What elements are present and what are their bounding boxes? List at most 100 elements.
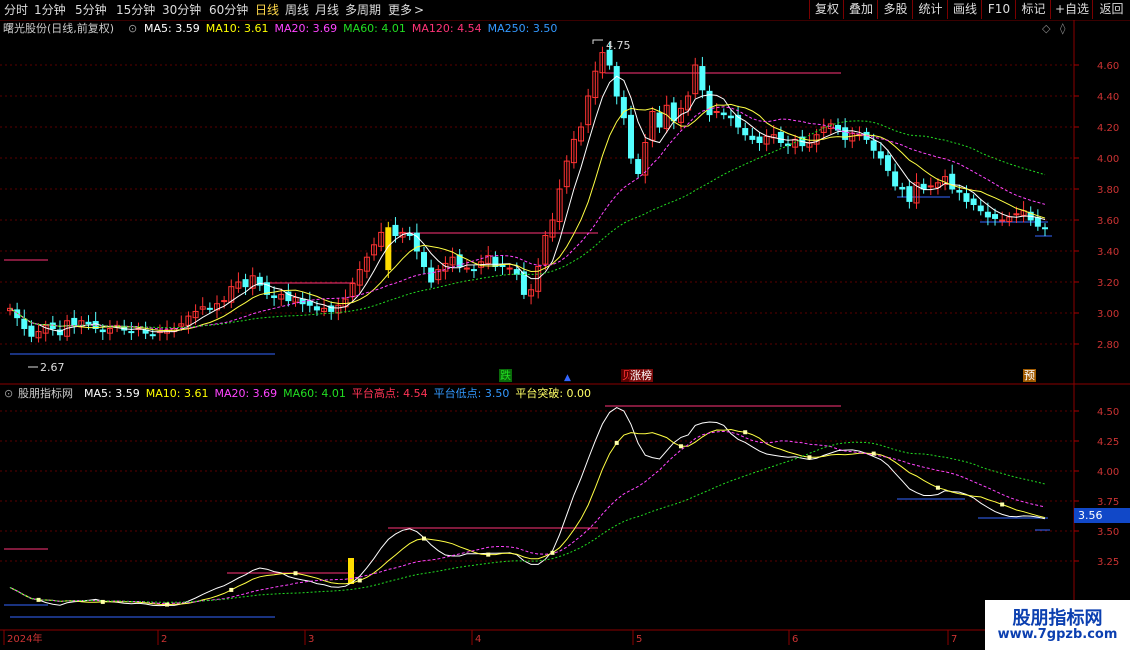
legend-value: 4.01 (377, 22, 406, 35)
ind-ma10-line (9, 428, 1046, 606)
ma-legend: MA5: 3.59 MA10: 3.61 MA20: 3.69 MA60: 4.01 M… (144, 21, 563, 37)
candle-body (99, 329, 106, 333)
date-label: 5 (636, 634, 642, 645)
candle-body (1042, 227, 1048, 230)
candle-body (870, 140, 877, 151)
candle-body (306, 300, 313, 306)
ma5-line (9, 75, 1046, 333)
legend-value: 4.01 (317, 387, 346, 400)
legend-label: 平台突破: (515, 387, 564, 400)
legend-value: 3.50 (481, 387, 510, 400)
legend-item: 平台低点: 3.50 (434, 387, 510, 400)
indicator-tick-label: 4.25 (1097, 437, 1119, 448)
ma10-marker (871, 451, 876, 456)
candle-body (392, 224, 399, 237)
legend-item: MA60: 4.01 (343, 22, 406, 35)
legend-item: MA250: 3.50 (488, 22, 558, 35)
candle-body (906, 186, 913, 202)
date-label: 6 (792, 634, 798, 645)
stock-title: 曙光股份(日线,前复权) (3, 22, 115, 35)
candle-body (720, 112, 727, 116)
candle-body (513, 269, 520, 275)
candle-body (242, 279, 249, 288)
price-tick-label: 3.20 (1097, 278, 1119, 289)
ma10-marker (165, 602, 170, 607)
ma10-marker (229, 587, 234, 592)
ma10-marker (486, 552, 491, 557)
candle-body (742, 128, 749, 136)
legend-value: 4.54 (399, 387, 428, 400)
ma10-marker (357, 578, 362, 583)
price-tick-label: 3.80 (1097, 185, 1119, 196)
candle-body (128, 331, 135, 334)
candle-body (777, 131, 784, 144)
legend-label: 平台低点: (433, 387, 482, 400)
ma10-marker (743, 430, 748, 435)
candle-body (842, 127, 849, 140)
legend-label: MA20: (214, 387, 250, 400)
ma10-marker (36, 597, 41, 602)
candle-body (999, 219, 1006, 222)
ma10-marker (614, 440, 619, 445)
watermark: 股朋指标网 www.7gpzb.com (985, 600, 1130, 650)
candle-body (463, 267, 470, 270)
legend-item: MA5: 3.59 (144, 22, 200, 35)
legend-item: MA10: 3.61 (206, 22, 269, 35)
candle-body (406, 233, 413, 236)
candle-body (927, 185, 934, 188)
date-label: 2024年 (7, 632, 42, 645)
legend-value: 3.59 (111, 387, 140, 400)
ind-ma60-line (9, 441, 1046, 603)
candle-body (699, 66, 706, 91)
legend-label: MA10: (205, 22, 241, 35)
legend-item: MA120: 4.54 (412, 22, 482, 35)
date-label: 4 (475, 634, 481, 645)
ma10-marker (807, 455, 812, 460)
legend-item: 平台高点: 4.54 (352, 387, 428, 400)
breakout-bar (348, 558, 354, 584)
price-tick-label: 3.40 (1097, 247, 1119, 258)
ma10-marker (100, 599, 105, 604)
legend-label: MA60: (283, 387, 318, 400)
candle-body (149, 334, 156, 337)
event-marker: 涨榜 (630, 368, 652, 382)
candle-body (221, 300, 228, 303)
legend-label: 平台高点: (351, 387, 400, 400)
candle-body (1013, 213, 1020, 216)
price-tick-label: 4.60 (1097, 61, 1119, 72)
legend-item: MA20: 3.69 (274, 22, 337, 35)
watermark-url: www.7gpzb.com (997, 627, 1118, 642)
date-label: 7 (951, 634, 957, 645)
indicator-dropdown-icon[interactable]: ⊙ (4, 386, 13, 402)
candle-body (1034, 217, 1041, 227)
candle-body (28, 325, 35, 337)
indicator-tick-label: 3.50 (1097, 527, 1119, 538)
candle-body (949, 173, 956, 190)
price-tick-label: 3.60 (1097, 216, 1119, 227)
legend-item: MA60: 4.01 (283, 387, 346, 400)
candle-body (85, 321, 92, 325)
candle-body (899, 186, 906, 190)
date-label: 2 (161, 634, 167, 645)
ma10-marker (293, 571, 298, 576)
candle-body (470, 269, 477, 272)
candle-body (884, 155, 891, 171)
kline-chart-canvas[interactable]: 4.60 4.40 4.20 4.00 3.80 3.60 3.40 3.20 3.00 2.80… (0, 0, 1130, 650)
ma10-marker (422, 536, 426, 541)
candle-body (506, 267, 513, 270)
collapse-icon[interactable]: ◊ (1060, 21, 1065, 37)
candle-body (956, 190, 963, 193)
candle-body (71, 317, 78, 326)
candle-body (984, 211, 991, 218)
candle-body (606, 49, 613, 66)
candle-body (21, 318, 28, 330)
price-tick-label: 3.00 (1097, 309, 1119, 320)
candle-body (892, 171, 899, 187)
settings-dropdown-icon[interactable]: ⊙ (128, 21, 137, 37)
diamond-icon[interactable]: ◇ (1042, 21, 1050, 37)
legend-label: MA10: (145, 387, 181, 400)
candle-body (492, 256, 499, 268)
indicator-tick-label: 4.50 (1097, 407, 1119, 418)
legend-label: MA20: (274, 22, 310, 35)
legend-value: 3.69 (249, 387, 278, 400)
